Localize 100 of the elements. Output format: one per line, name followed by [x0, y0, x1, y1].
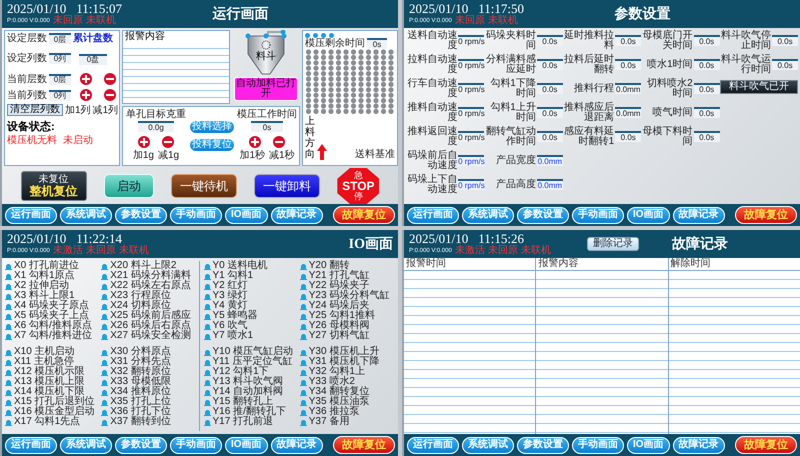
io-lamp-icon	[5, 302, 12, 310]
io-label: X10 主机启动	[14, 347, 75, 357]
io-label: X5 码垛夹子上点	[14, 311, 90, 321]
io-lamp-icon	[204, 348, 210, 356]
minus-button[interactable]	[103, 72, 117, 86]
value-field[interactable]: 0.0s	[536, 59, 563, 70]
io-label: X34 推料原位	[110, 387, 171, 397]
io-label: Y33 喷水2	[308, 377, 355, 387]
io-lamp-icon	[204, 358, 210, 366]
io-label: Y4 黄灯	[212, 301, 248, 311]
alert-text: 未回原	[488, 246, 518, 256]
value-field[interactable]: 0 rpm/s	[458, 131, 484, 142]
io-label: X37 翻转到位	[110, 417, 171, 427]
delete-records-button[interactable]: 删除记录	[586, 237, 639, 251]
value-field[interactable]: 0 rpm/s	[458, 35, 484, 46]
value-field[interactable]: 0列	[49, 90, 71, 100]
value-field[interactable]: 0.0s	[694, 35, 720, 46]
io-label: Y30 模压机上升	[308, 347, 380, 357]
io-lamp-icon	[5, 272, 12, 280]
unload-button[interactable]: 一键卸料	[254, 174, 320, 198]
io-lamp-icon	[5, 348, 12, 356]
value-field[interactable]: 0.0s	[694, 59, 720, 70]
value-field[interactable]: 0.0s	[536, 35, 563, 46]
indicator-lights-icon	[305, 33, 335, 38]
date-text: 2025/01/10	[409, 2, 468, 15]
adjust-label: 加1秒	[239, 150, 265, 161]
io-lamp-icon	[300, 282, 307, 290]
value-field[interactable]: 0.0mm	[536, 179, 563, 190]
value-field[interactable]: 0 rpm/s	[458, 179, 484, 190]
screen-title: IO画面	[348, 236, 393, 254]
io-lamp-icon	[300, 262, 307, 270]
plus-button[interactable]	[137, 135, 151, 149]
value-field[interactable]: 0.0s	[536, 107, 563, 118]
value-field[interactable]: 0层	[49, 74, 71, 84]
value-field[interactable]: 0 rpm/s	[458, 107, 484, 118]
minus-button[interactable]	[103, 88, 117, 102]
value-field[interactable]: 0层	[49, 33, 71, 44]
column-header: 报警内容	[536, 258, 668, 271]
value-field[interactable]: 0.0s	[772, 59, 798, 70]
start-button[interactable]: 启动	[104, 174, 154, 198]
io-lamp-icon	[300, 388, 307, 396]
alert-text: 未回原	[52, 16, 83, 26]
io-lamp-icon	[204, 408, 210, 416]
emergency-stop-button[interactable]: 急 STOP 停	[337, 168, 380, 204]
io-lamp-icon	[300, 322, 307, 330]
value-field[interactable]: 0.0s	[615, 35, 642, 46]
io-label: Y31 模压机下降	[308, 357, 380, 367]
parameter-label: 延时推料拉料	[563, 30, 614, 50]
value-field[interactable]: 0 rpm/s	[458, 59, 484, 70]
io-lamp-icon	[5, 322, 12, 330]
base-label: 送料基准	[355, 149, 395, 160]
value-field[interactable]: 0.0s	[615, 131, 642, 142]
standby-button[interactable]: 一键待机	[170, 174, 237, 198]
value-field[interactable]: 0盘	[79, 54, 107, 64]
minus-button[interactable]	[161, 135, 175, 149]
parameter-label: 翻转气缸动作时间	[484, 126, 536, 146]
io-lamp-icon	[101, 302, 108, 310]
plus-button[interactable]	[79, 88, 93, 102]
hopper-blow-button[interactable]: 料斗吹气已开	[720, 80, 798, 94]
value-field[interactable]: 0.0mm	[615, 83, 642, 94]
value-field[interactable]: 0.0s	[694, 107, 720, 118]
value-field[interactable]: 0.0s	[772, 35, 798, 46]
auto-feed-button[interactable]: 自动加料已打开	[234, 77, 298, 101]
parameter-label: 码垛前后自动速度	[406, 150, 458, 170]
plus-icon	[82, 91, 90, 99]
io-label: X26 码垛后右原点	[110, 321, 191, 331]
io-label: X3 料斗上限1	[14, 291, 75, 301]
clear-counts-button[interactable]: 清空层列数	[7, 104, 63, 116]
plus-button[interactable]	[79, 72, 93, 86]
value-field[interactable]: 0.0mm	[536, 155, 563, 166]
io-label: X24 切料原位	[110, 301, 171, 311]
value-field[interactable]: 0 rpm/s	[458, 155, 484, 166]
io-lamp-icon	[5, 262, 12, 270]
value-field[interactable]: 0.0s	[536, 83, 563, 94]
counter-label: 当前层数	[7, 74, 47, 84]
value-field[interactable]: 0.0s	[536, 131, 563, 142]
io-label: Y5 蜂鸣器	[212, 311, 258, 321]
io-lamp-icon	[5, 282, 12, 290]
plus-button[interactable]	[248, 135, 262, 149]
column-header: 报警时间	[404, 258, 536, 271]
value-field[interactable]: 0s	[367, 38, 387, 49]
value-field[interactable]: 0列	[49, 52, 71, 64]
io-label: Y15 翻转孔上	[212, 397, 274, 407]
press-time-label: 模压工作时间	[237, 109, 297, 120]
io-lamp-icon	[101, 378, 108, 386]
value-field[interactable]: 0.0g	[138, 121, 174, 132]
machine-reset-button[interactable]: 未复位 整机复位	[20, 171, 87, 201]
io-lamp-icon	[300, 292, 307, 300]
parameter-label: 勾料1上升时间	[489, 102, 536, 122]
value-field[interactable]: 0.0mm	[615, 107, 642, 118]
value-field[interactable]: 0 rpm/s	[458, 83, 484, 94]
minus-button[interactable]	[272, 135, 286, 149]
value-field[interactable]: 0.0s	[615, 59, 642, 70]
parameter-label: 码垛上下自动速度	[406, 174, 458, 194]
value-field[interactable]: 0.0s	[694, 83, 720, 94]
io-label: X15 打孔后退到位	[14, 397, 95, 407]
io-lamp-icon	[300, 302, 307, 310]
value-field[interactable]: 0s	[251, 121, 283, 132]
value-field[interactable]: 0.0s	[694, 131, 720, 142]
io-lamp-icon	[204, 282, 210, 290]
